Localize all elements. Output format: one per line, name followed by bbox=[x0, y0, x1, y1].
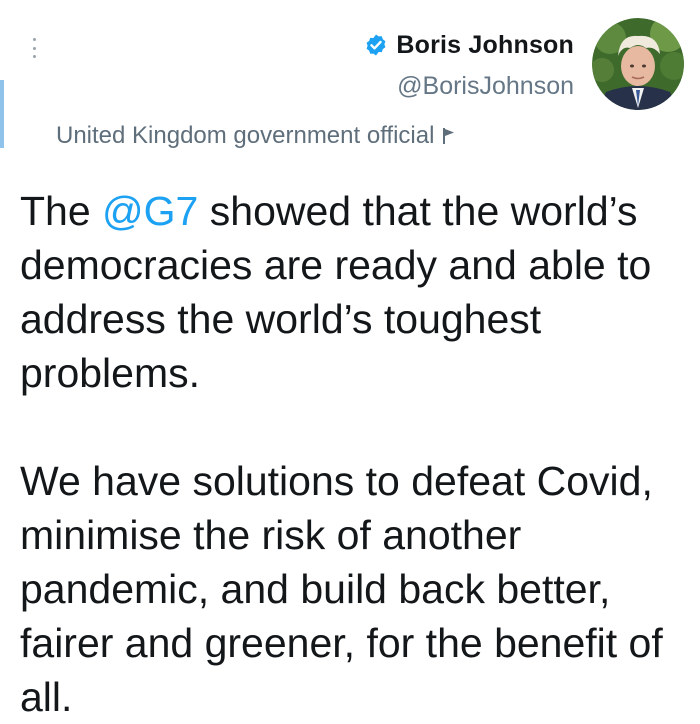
mention-link-g7[interactable]: @G7 bbox=[102, 188, 198, 234]
author-name-row[interactable]: Boris Johnson bbox=[364, 26, 574, 64]
author-name-block: Boris Johnson @BorisJohnson bbox=[364, 18, 574, 104]
tweet-body: The @G7 showed that the world’s democrac… bbox=[20, 184, 690, 724]
flag-icon bbox=[443, 128, 455, 144]
more-vertical-icon bbox=[32, 55, 36, 58]
tweet-view: Boris Johnson @BorisJohnson United Kingd… bbox=[0, 0, 700, 724]
tweet-author-header: Boris Johnson @BorisJohnson bbox=[364, 18, 684, 110]
user-avatar[interactable] bbox=[592, 18, 684, 110]
author-handle[interactable]: @BorisJohnson bbox=[397, 68, 574, 104]
verified-badge-icon bbox=[366, 34, 386, 56]
left-accent-bar bbox=[0, 80, 4, 148]
author-display-name[interactable]: Boris Johnson bbox=[396, 31, 574, 60]
government-label-text: United Kingdom government official bbox=[56, 122, 435, 149]
tweet-text-segment: The bbox=[20, 188, 103, 234]
more-options-button[interactable] bbox=[24, 36, 44, 60]
tweet-paragraph: The @G7 showed that the world’s democrac… bbox=[20, 184, 690, 400]
more-vertical-icon bbox=[32, 46, 36, 50]
tweet-paragraph: We have solutions to defeat Covid, minim… bbox=[20, 458, 663, 720]
more-vertical-icon bbox=[32, 38, 36, 41]
government-label[interactable]: United Kingdom government official bbox=[56, 118, 456, 154]
